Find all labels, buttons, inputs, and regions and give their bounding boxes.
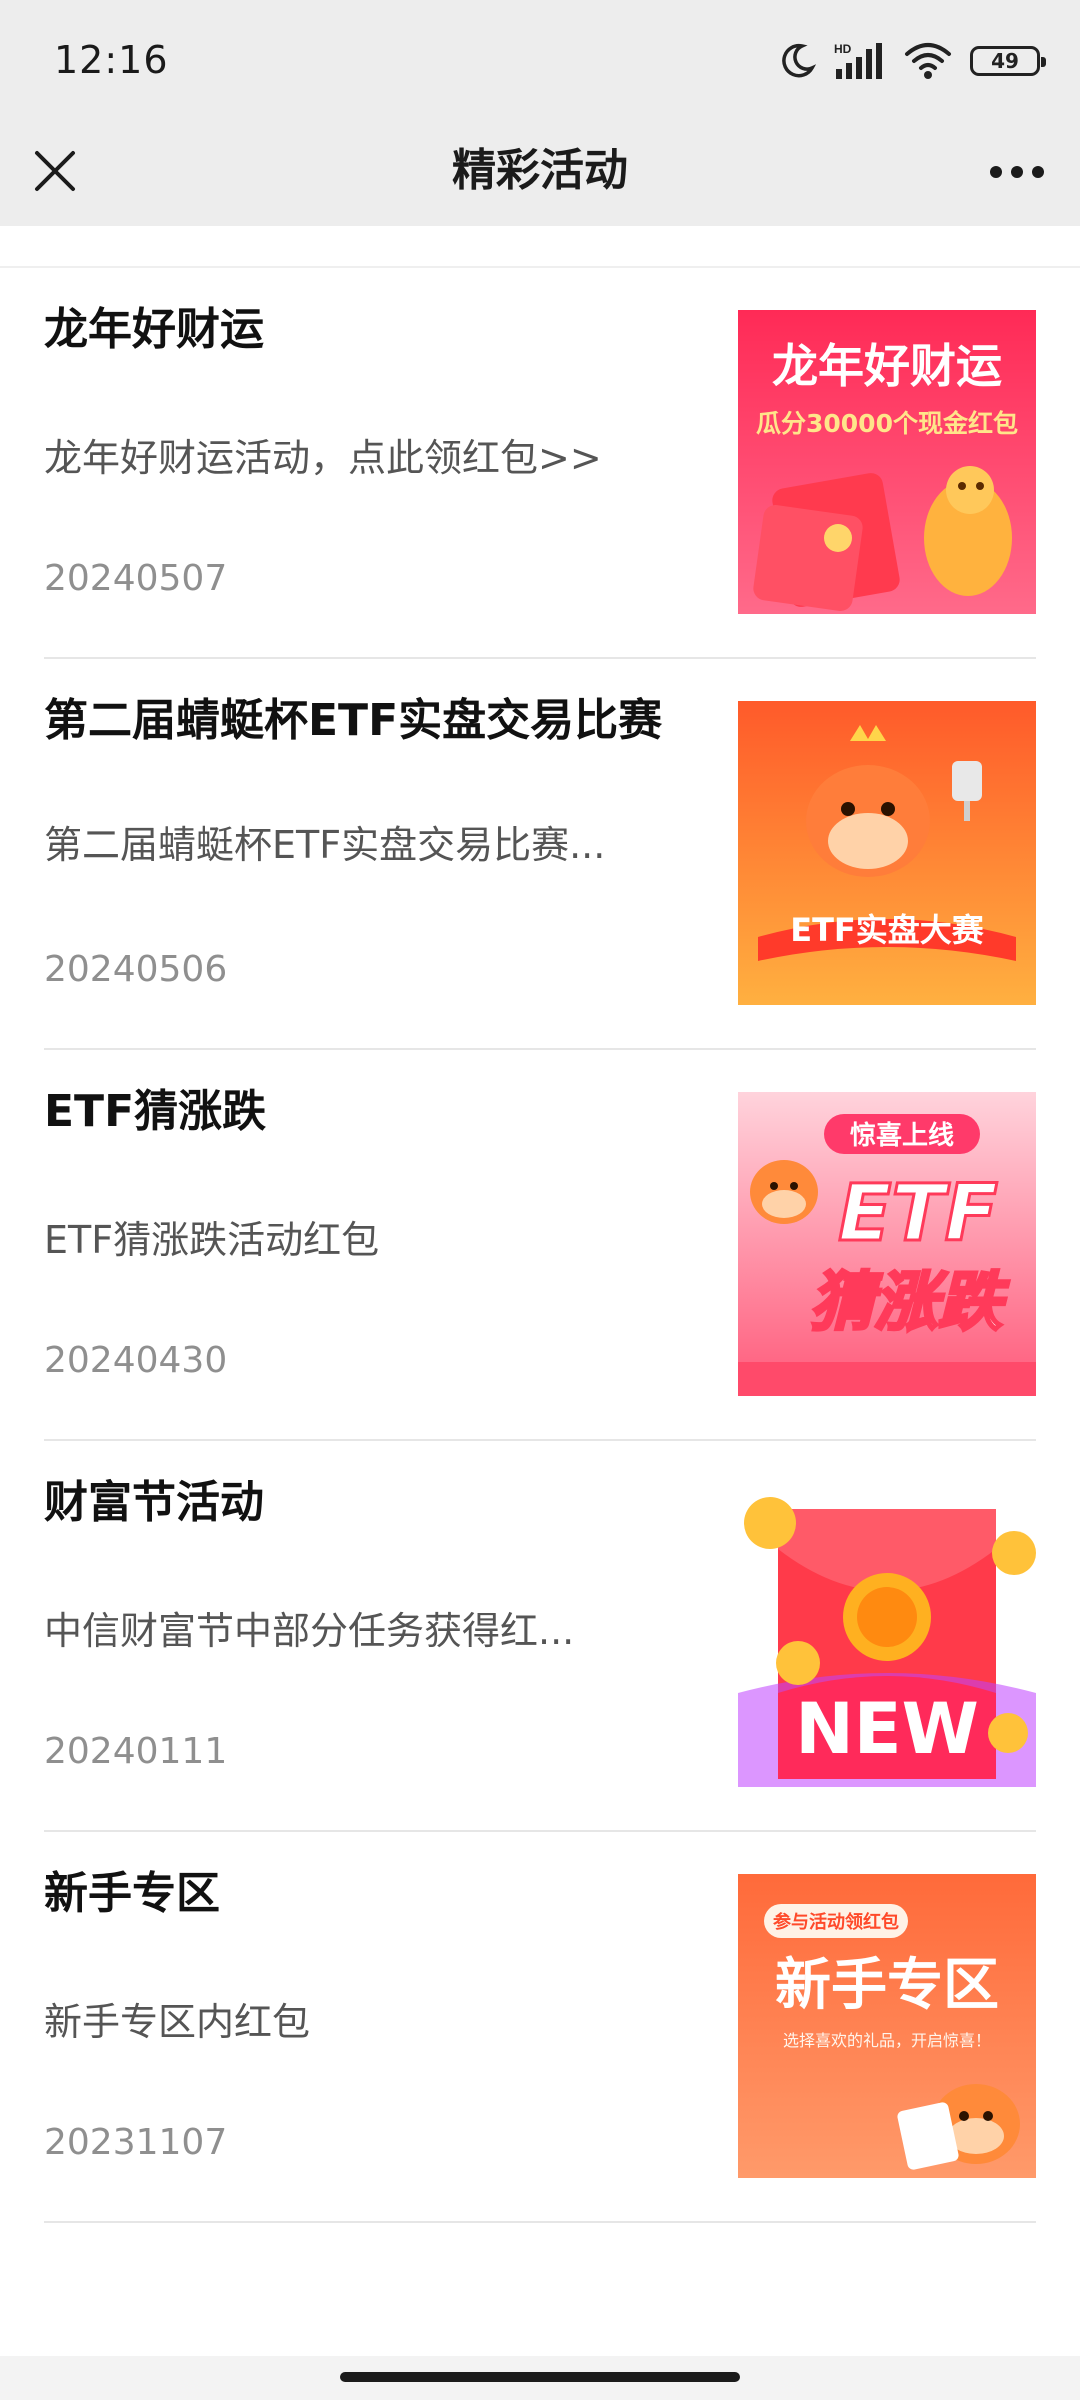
thumb-new-label: NEW [795, 1688, 979, 1770]
thumb-subheadline: 瓜分30000个现金红包 [756, 409, 1018, 438]
red-envelope-coins-icon: NEW [738, 1483, 1036, 1787]
thumb-headline: 龙年好财运 [772, 339, 1002, 393]
item-date: 20240111 [44, 1731, 228, 1772]
thumb-subheadline: 选择喜欢的礼品，开启惊喜！ [783, 2031, 991, 2050]
list-item[interactable]: ETF猜涨跌 ETF猜涨跌活动红包 20240430 惊喜上线 ETF 猜涨跌 [44, 1050, 1036, 1441]
item-thumbnail[interactable]: 参与活动领红包 新手专区 选择喜欢的礼品，开启惊喜！ [738, 1874, 1036, 2178]
item-date: 20240430 [44, 1340, 228, 1381]
item-title: 新手专区 [44, 1868, 220, 1919]
cow-calendar-icon: 参与活动领红包 新手专区 选择喜欢的礼品，开启惊喜！ [738, 1874, 1036, 2178]
activity-list: 龙年好财运 龙年好财运活动，点此领红包>> 20240507 龙年好财运 瓜分3… [0, 268, 1080, 2223]
thumb-big-title-2: 猜涨跌 [810, 1266, 1010, 1340]
list-item[interactable]: 龙年好财运 龙年好财运活动，点此领红包>> 20240507 龙年好财运 瓜分3… [44, 268, 1036, 659]
item-description: 第二届蜻蜓杯ETF实盘交易比赛... [44, 823, 606, 867]
list-item[interactable]: 第二届蜻蜓杯ETF实盘交易比赛 第二届蜻蜓杯ETF实盘交易比赛... 20240… [44, 659, 1036, 1050]
status-time: 12:16 [54, 38, 169, 82]
more-button[interactable] [982, 142, 1052, 202]
item-title: ETF猜涨跌 [44, 1086, 267, 1137]
thumb-headline: 新手专区 [775, 1953, 999, 2018]
thumb-badge: 惊喜上线 [850, 1121, 954, 1151]
status-bar: 12:16 HD 49 [0, 0, 1080, 120]
status-icons: HD 49 [780, 38, 1046, 84]
nav-bar: 精彩活动 [0, 120, 1080, 226]
item-title: 龙年好财运 [44, 304, 264, 355]
cow-mascot-icon: 惊喜上线 ETF 猜涨跌 [738, 1092, 1036, 1396]
item-thumbnail[interactable]: NEW [738, 1483, 1036, 1787]
cow-trophy-icon: ETF实盘大赛 [738, 701, 1036, 1005]
item-description: ETF猜涨跌活动红包 [44, 1218, 380, 1262]
item-title: 第二届蜻蜓杯ETF实盘交易比赛 [44, 695, 663, 746]
network-type-label: HD [834, 42, 852, 56]
item-thumbnail[interactable]: ETF实盘大赛 [738, 701, 1036, 1005]
battery-indicator: 49 [970, 46, 1046, 76]
thumb-banner: ETF实盘大赛 [790, 911, 985, 949]
page-title: 精彩活动 [452, 145, 628, 196]
thumb-big-title-1: ETF [838, 1169, 998, 1259]
item-description: 新手专区内红包 [44, 2000, 311, 2044]
item-description: 中信财富节中部分任务获得红... [44, 1609, 575, 1653]
item-thumbnail[interactable]: 惊喜上线 ETF 猜涨跌 [738, 1092, 1036, 1396]
wifi-icon [905, 43, 951, 79]
list-item[interactable]: 财富节活动 中信财富节中部分任务获得红... 20240111 NEW [44, 1441, 1036, 1832]
battery-level: 49 [991, 49, 1019, 73]
item-date: 20240506 [44, 949, 228, 990]
thumb-pill: 参与活动领红包 [773, 1911, 899, 1933]
item-description: 龙年好财运活动，点此领红包>> [44, 436, 602, 480]
dragon-red-envelope-icon: 龙年好财运 瓜分30000个现金红包 [738, 310, 1036, 614]
moon-icon [782, 43, 816, 78]
home-indicator[interactable] [340, 2372, 740, 2382]
item-title: 财富节活动 [44, 1477, 264, 1528]
more-icon [990, 166, 1044, 178]
list-item[interactable]: 新手专区 新手专区内红包 20231107 参与活动领红包 新手专区 选择喜欢的… [44, 1832, 1036, 2223]
item-thumbnail[interactable]: 龙年好财运 瓜分30000个现金红包 [738, 310, 1036, 614]
item-date: 20231107 [44, 2122, 228, 2163]
item-date: 20240507 [44, 558, 228, 599]
signal-icon: HD [834, 42, 882, 79]
